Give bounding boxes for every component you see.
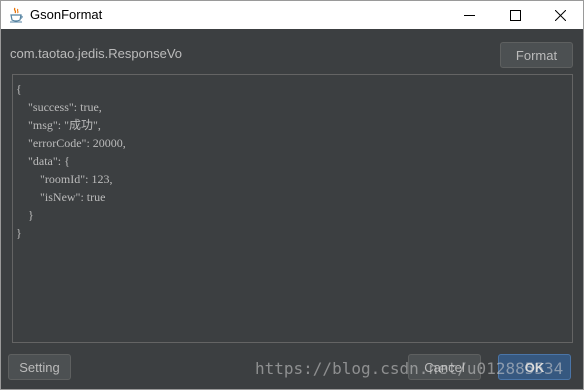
code-line: "errorCode": 20000, [16,136,126,150]
setting-button[interactable]: Setting [8,354,71,380]
java-cup-icon [9,7,24,23]
code-line: "msg": "成功", [16,118,101,132]
code-line: { [16,82,22,96]
code-line: } [16,226,22,240]
class-name-label: com.taotao.jedis.ResponseVo [10,46,182,61]
minimize-button[interactable] [446,1,492,29]
title-bar[interactable]: GsonFormat [1,1,583,29]
json-editor[interactable]: { "success": true, "msg": "成功", "errorCo… [12,74,573,343]
code-line: "roomId": 123, [16,172,113,186]
code-line: "data": { [16,154,70,168]
close-icon [554,9,566,21]
format-button[interactable]: Format [500,42,573,68]
code-line: "success": true, [16,100,102,114]
maximize-button[interactable] [492,1,538,29]
close-button[interactable] [537,1,583,29]
ok-button[interactable]: OK [498,354,571,380]
maximize-icon [509,9,521,21]
minimize-icon [463,10,475,21]
window-title: GsonFormat [30,7,103,22]
code-line: } [16,208,34,222]
code-line: "isNew": true [16,190,106,204]
json-code: { "success": true, "msg": "成功", "errorCo… [16,80,126,242]
gsonformat-dialog: GsonFormat com.taotao.jedis.ResponseVo F… [0,0,584,390]
cancel-button[interactable]: Cancel [408,354,481,380]
